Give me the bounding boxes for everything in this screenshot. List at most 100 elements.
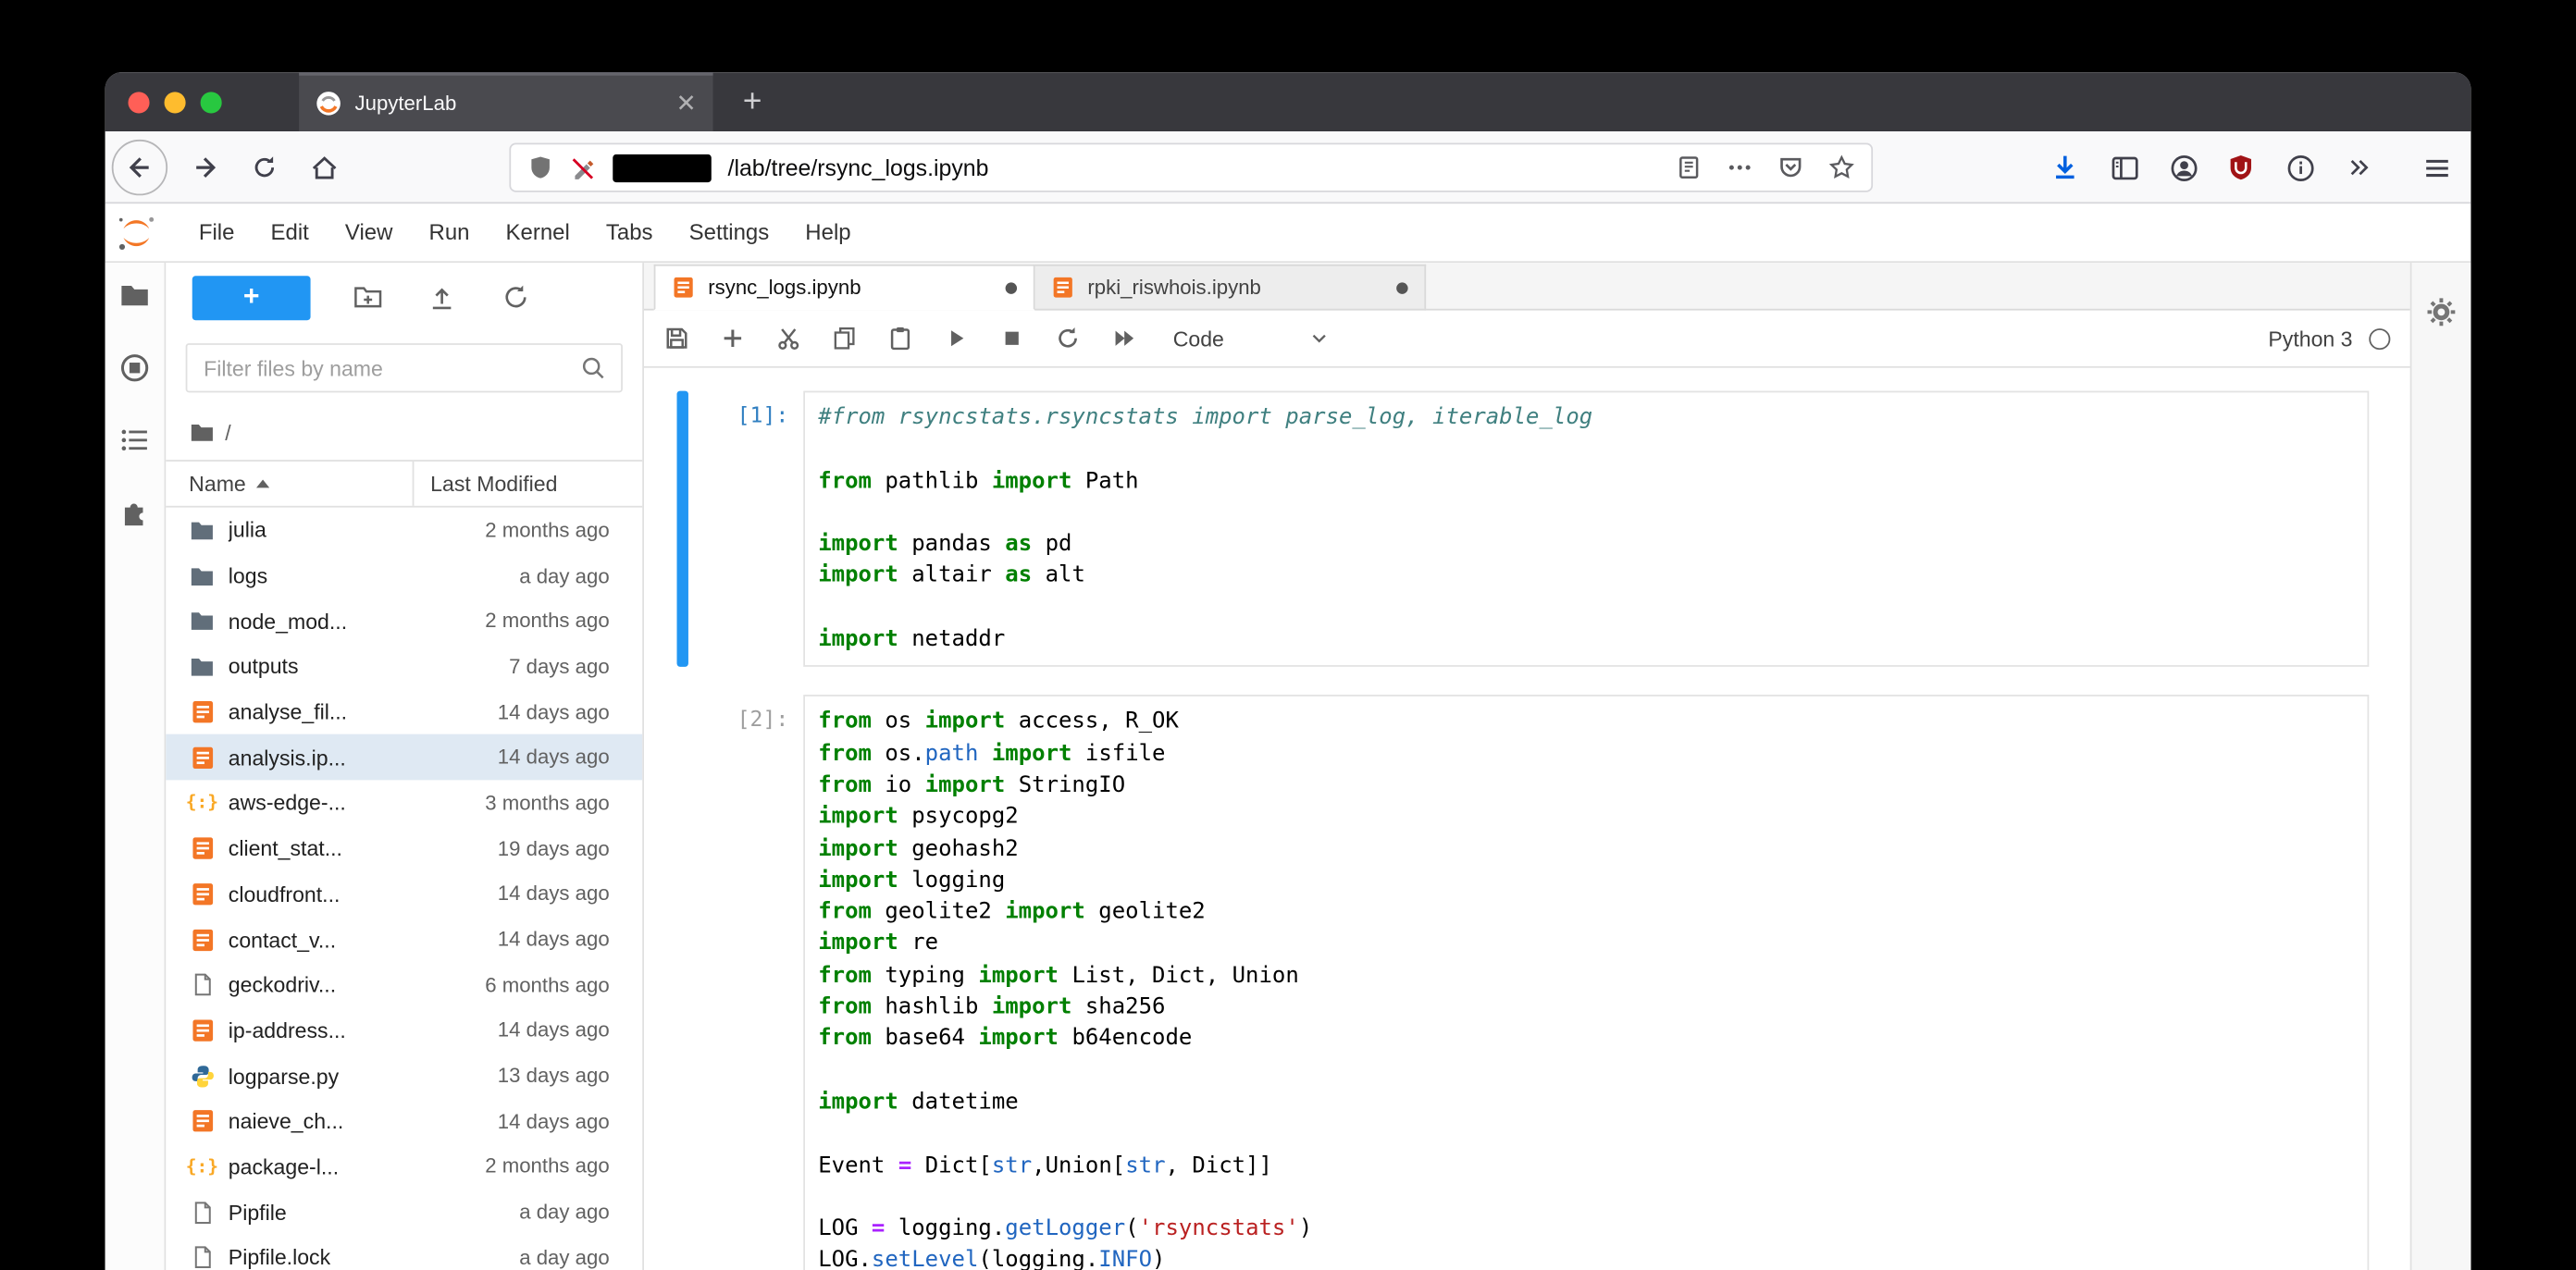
extensions-icon[interactable] — [118, 496, 152, 529]
code-line: from typing import List, Dict, Union — [818, 962, 1299, 989]
filter-files-input[interactable] — [185, 343, 623, 393]
new-folder-icon[interactable] — [353, 282, 383, 312]
browser-tab-jupyterlab[interactable]: JupyterLab ✕ — [299, 72, 713, 132]
screen: JupyterLab ✕ + /lab/tree/rsync_logs.ipyn… — [0, 0, 2576, 1270]
run-icon[interactable] — [943, 326, 969, 351]
running-sessions-icon[interactable] — [118, 351, 152, 385]
property-inspector-gear-icon[interactable] — [2425, 296, 2458, 329]
file-row[interactable]: Pipfile a day ago — [166, 1190, 642, 1235]
column-last-modified[interactable]: Last Modified — [412, 461, 643, 506]
tab-label: rsync_logs.ipynb — [708, 276, 861, 300]
reload-icon[interactable] — [237, 140, 292, 195]
jupyter-favicon-icon — [316, 91, 341, 117]
file-row[interactable]: {:} aws-edge-... 3 months ago — [166, 781, 642, 826]
file-row[interactable]: logs a day ago — [166, 553, 642, 598]
page-actions-icon[interactable] — [1725, 154, 1752, 181]
code-editor[interactable]: from os import access, R_OK from os.path … — [803, 695, 2370, 1270]
home-icon[interactable] — [296, 140, 352, 195]
minimize-window-button[interactable] — [164, 91, 186, 113]
ublock-icon[interactable] — [2218, 144, 2264, 191]
pocket-icon[interactable] — [1776, 154, 1803, 181]
home-folder-icon[interactable] — [189, 419, 215, 445]
code-line: import pandas as pd — [818, 530, 1072, 558]
notebook-content: [1]: #from rsyncstats.rsyncstats import p… — [644, 368, 2410, 1270]
sidebar-icon[interactable] — [2101, 144, 2148, 191]
cell-type-dropdown[interactable]: Code — [1173, 311, 1331, 366]
stop-icon[interactable] — [999, 326, 1025, 351]
save-icon[interactable] — [663, 326, 689, 351]
dirty-indicator[interactable] — [1396, 281, 1408, 293]
bookmark-star-icon[interactable] — [1827, 154, 1854, 181]
dirty-indicator[interactable] — [1005, 281, 1018, 293]
file-browser-icon[interactable] — [118, 279, 152, 313]
cell-collapser[interactable] — [677, 696, 688, 1270]
cell-type-label: Code — [1172, 326, 1224, 351]
menu-file[interactable]: File — [180, 220, 253, 245]
tab-label: rpki_riswhois.ipynb — [1087, 276, 1261, 300]
kernel-indicator[interactable]: Python 3 — [2268, 311, 2391, 366]
file-row[interactable]: analysis.ip... 14 days ago — [166, 734, 643, 781]
file-row[interactable]: ip-address... 14 days ago — [166, 1007, 642, 1053]
file-row[interactable]: cloudfront... 14 days ago — [166, 871, 642, 917]
file-row[interactable]: outputs 7 days ago — [166, 644, 642, 689]
notebook-icon — [672, 276, 695, 299]
paste-icon[interactable] — [887, 326, 913, 351]
file-modified: a day ago — [519, 1246, 610, 1270]
new-tab-button[interactable]: + — [729, 79, 775, 125]
tab-close-icon[interactable]: ✕ — [675, 92, 696, 117]
menu-settings[interactable]: Settings — [671, 220, 787, 245]
refresh-icon[interactable] — [502, 282, 531, 312]
overflow-chevrons-icon[interactable] — [2336, 144, 2383, 191]
code-editor[interactable]: #from rsyncstats.rsyncstats import parse… — [803, 390, 2370, 668]
permissions-blocked-icon[interactable] — [570, 154, 596, 180]
page-info-icon[interactable] — [2277, 144, 2323, 191]
notebook-tab-rpki-riswhois[interactable]: rpki_riswhois.ipynb — [1034, 264, 1427, 311]
browser-titlebar: JupyterLab ✕ + — [105, 72, 2471, 132]
cut-icon[interactable] — [775, 326, 801, 351]
menu-icon[interactable] — [2413, 144, 2459, 191]
file-row[interactable]: geckodriv... 6 months ago — [166, 962, 642, 1007]
new-launcher-button[interactable]: + — [192, 275, 311, 320]
menu-help[interactable]: Help — [787, 220, 869, 245]
tracking-shield-icon[interactable] — [527, 154, 553, 180]
file-row[interactable]: {:} package-l... 2 months ago — [166, 1144, 642, 1190]
file-row[interactable]: analyse_fil... 14 days ago — [166, 689, 642, 734]
file-row[interactable]: logparse.py 13 days ago — [166, 1054, 642, 1099]
forward-icon[interactable] — [178, 140, 233, 195]
url-bar[interactable]: /lab/tree/rsync_logs.ipynb — [509, 142, 1874, 192]
column-name[interactable]: Name — [166, 472, 412, 496]
command-palette-icon[interactable] — [118, 424, 152, 457]
menu-view[interactable]: View — [327, 220, 411, 245]
file-row[interactable]: client_stat... 19 days ago — [166, 826, 642, 871]
jupyterlab-body: + / — [105, 263, 2471, 1270]
upload-icon[interactable] — [427, 282, 457, 312]
menu-edit[interactable]: Edit — [253, 220, 327, 245]
menu-run[interactable]: Run — [411, 220, 488, 245]
download-icon[interactable] — [2042, 144, 2088, 191]
menu-kernel[interactable]: Kernel — [488, 220, 588, 245]
run-all-icon[interactable] — [1110, 326, 1136, 351]
restart-icon[interactable] — [1055, 326, 1081, 351]
zoom-window-button[interactable] — [200, 91, 222, 113]
urlbar-actions — [1674, 154, 1854, 181]
file-row[interactable]: node_mod... 2 months ago — [166, 598, 642, 644]
file-row[interactable]: julia 2 months ago — [166, 508, 642, 553]
account-icon[interactable] — [2161, 144, 2207, 191]
file-icon — [189, 1199, 215, 1225]
notebook-tab-rsync-logs[interactable]: rsync_logs.ipynb — [653, 264, 1035, 311]
copy-icon[interactable] — [831, 326, 857, 351]
reader-mode-icon[interactable] — [1674, 154, 1702, 181]
cell-collapser[interactable] — [676, 390, 688, 668]
add-icon[interactable] — [720, 326, 746, 351]
file-row[interactable]: naieve_ch... 14 days ago — [166, 1099, 642, 1144]
menu-tabs[interactable]: Tabs — [588, 220, 671, 245]
file-row[interactable]: Pipfile.lock a day ago — [166, 1235, 642, 1270]
window-controls — [105, 91, 222, 113]
breadcrumb-root[interactable]: / — [225, 420, 230, 445]
back-icon[interactable] — [111, 139, 168, 196]
close-window-button[interactable] — [128, 91, 150, 113]
file-row[interactable]: contact_v... 14 days ago — [166, 917, 642, 962]
